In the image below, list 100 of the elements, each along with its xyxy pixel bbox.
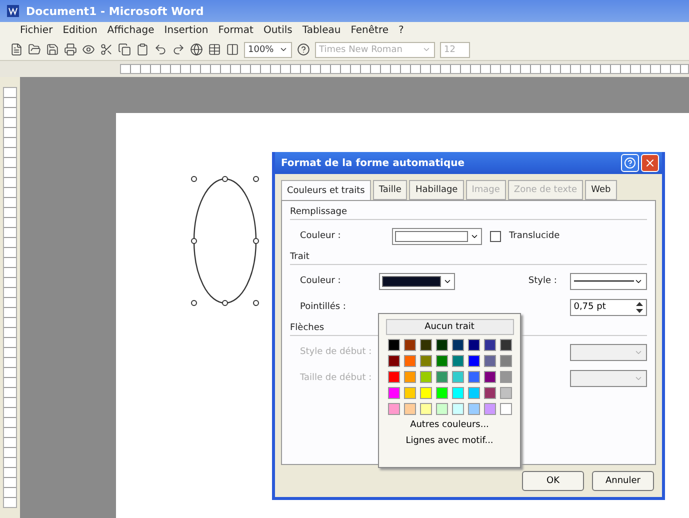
preview-icon[interactable] [82,43,95,56]
color-swatch[interactable] [420,387,432,399]
color-swatch[interactable] [388,371,400,383]
color-swatch[interactable] [404,355,416,367]
tab[interactable]: Habillage [409,180,464,200]
tab[interactable]: Taille [372,180,408,200]
color-swatch[interactable] [468,387,480,399]
menu-item[interactable]: Fenêtre [350,25,388,36]
weight-spinner[interactable]: 0,75 pt [570,298,647,316]
color-swatch[interactable] [468,355,480,367]
field-label: Style de début : [300,347,373,357]
color-swatch[interactable] [388,355,400,367]
fill-color-combo[interactable] [392,228,482,244]
color-swatch[interactable] [404,339,416,351]
more-colors-link[interactable]: Autres couleurs... [409,419,490,431]
section-heading: Trait [290,252,647,265]
color-swatch[interactable] [404,371,416,383]
color-swatch[interactable] [436,403,448,415]
caret-icon [422,45,431,54]
color-swatch[interactable] [500,403,512,415]
field-label: Couleur : [300,231,342,241]
color-swatch[interactable] [500,387,512,399]
color-swatch[interactable] [388,387,400,399]
color-swatch[interactable] [484,339,496,351]
color-swatch[interactable] [500,339,512,351]
word-icon [6,4,20,18]
save-icon[interactable] [46,43,59,56]
spinner-arrows-icon [636,302,643,312]
menu-item[interactable]: Tableau [302,25,341,36]
color-swatch[interactable] [468,339,480,351]
color-swatch[interactable] [420,403,432,415]
field-label: Couleur : [300,276,342,286]
field-label: Taille de début : [300,373,373,383]
end-style-combo[interactable] [570,344,647,360]
no-line-button[interactable]: Aucun trait [386,319,514,335]
color-swatch[interactable] [420,355,432,367]
checkbox[interactable] [490,230,501,242]
line-color-combo[interactable] [378,272,456,290]
color-swatch[interactable] [420,371,432,383]
menu-item[interactable]: Edition [62,25,98,36]
patterned-lines-link[interactable]: Lignes avec motif... [404,435,494,447]
tab[interactable]: Web [585,180,617,200]
color-swatch[interactable] [420,339,432,351]
color-swatch[interactable] [452,339,464,351]
dialog-title: Format de la forme automatique [281,158,465,168]
line-style-combo[interactable] [570,272,647,290]
color-swatch[interactable] [500,371,512,383]
color-swatch[interactable] [484,371,496,383]
color-swatch[interactable] [484,387,496,399]
scissors-icon[interactable] [100,43,113,56]
columns-icon[interactable] [226,43,239,56]
menu-item[interactable]: Insertion [164,25,208,36]
folder-icon[interactable] [28,43,41,56]
table-icon[interactable] [208,43,221,56]
menu-item[interactable]: Outils [263,25,292,36]
color-swatch[interactable] [436,387,448,399]
copy-icon[interactable] [118,43,131,56]
color-swatch[interactable] [452,371,464,383]
color-swatch[interactable] [404,403,416,415]
color-swatch[interactable] [452,355,464,367]
color-swatch[interactable] [484,355,496,367]
checkbox-label: Translucide [509,231,560,241]
globe-icon[interactable] [190,43,203,56]
zoom-combo[interactable]: 100% [244,42,292,58]
color-swatch[interactable] [484,403,496,415]
tab[interactable]: Couleurs et traits [281,180,371,200]
help-icon[interactable] [297,43,310,56]
line-sample-icon [574,279,634,283]
menu-item[interactable]: Format [218,25,254,36]
close-icon [644,157,656,169]
color-swatch[interactable] [436,371,448,383]
color-swatch[interactable] [388,403,400,415]
redo-icon[interactable] [172,43,185,56]
menu-item[interactable]: Affichage [107,25,154,36]
close-button[interactable] [641,154,659,172]
menu-item[interactable]: ? [398,25,404,36]
section-heading: Remplissage [290,207,647,220]
field-label: Style : [528,276,558,286]
color-swatch[interactable] [452,403,464,415]
color-swatch[interactable] [452,387,464,399]
help-button[interactable] [621,154,639,172]
end-size-combo[interactable] [570,370,647,386]
dialog-button[interactable]: Annuler [592,471,654,491]
window-title: Document1 - Microsoft Word [26,4,204,18]
help-icon [624,157,636,169]
clipboard-icon[interactable] [136,43,149,56]
dialog-button[interactable]: OK [522,471,584,491]
color-swatch[interactable] [404,387,416,399]
field-label: Pointillés : [300,302,347,312]
menu-item[interactable]: Fichier [20,25,53,36]
new-document-icon[interactable] [10,43,23,56]
caret-icon [279,45,288,54]
color-swatch[interactable] [500,355,512,367]
color-swatch[interactable] [436,339,448,351]
color-swatch[interactable] [468,403,480,415]
color-swatch[interactable] [388,339,400,351]
undo-icon[interactable] [154,43,167,56]
color-swatch[interactable] [468,371,480,383]
color-swatch[interactable] [436,355,448,367]
printer-icon[interactable] [64,43,77,56]
